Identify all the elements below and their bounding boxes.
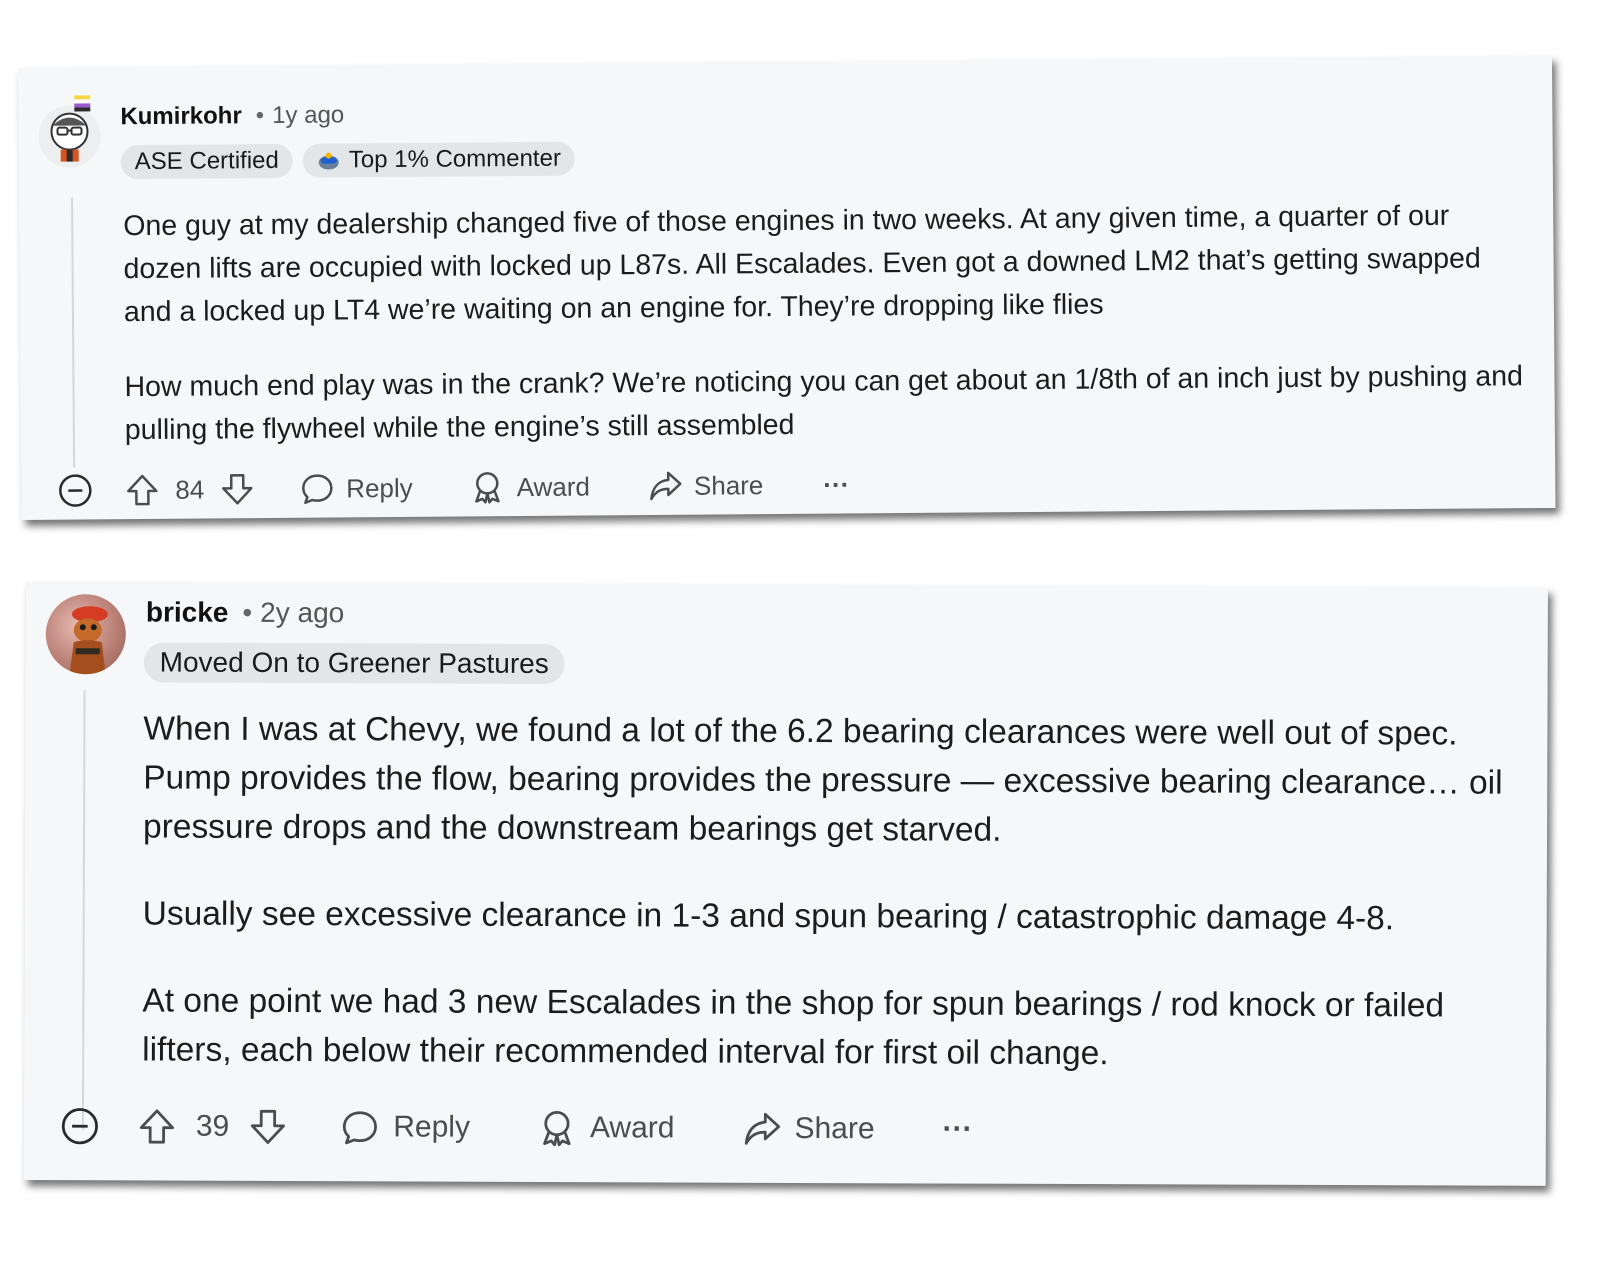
action-bar: 84 Reply Award Share ··· [57, 466, 849, 508]
collapse-button[interactable] [60, 1106, 100, 1146]
comment-paragraph: How much end play was in the crank? We’r… [124, 360, 1524, 447]
flair-row: ASE Certified Top 1% Commenter [120, 141, 576, 180]
user-flair: ASE Certified [120, 143, 293, 180]
more-label: ··· [823, 468, 850, 500]
collapse-button[interactable] [57, 472, 93, 508]
action-bar: 39 Reply Award Share ··· [60, 1106, 973, 1150]
share-icon [742, 1110, 780, 1148]
comment-paragraph: One guy at my dealership changed five of… [123, 199, 1481, 329]
share-label: Share [794, 1111, 875, 1146]
timestamp[interactable]: 1y ago [272, 101, 344, 130]
award-button[interactable]: Award [471, 470, 590, 505]
more-label: ··· [942, 1112, 973, 1146]
comment-header: Kumirkohr • 1y ago [120, 101, 344, 131]
reply-label: Reply [346, 472, 413, 503]
thread-line[interactable] [81, 690, 86, 1131]
more-options-button[interactable]: ··· [942, 1113, 972, 1147]
downvote-button[interactable] [220, 472, 254, 506]
user-avatar[interactable] [38, 95, 101, 168]
comment-body: One guy at my dealership changed five of… [123, 194, 1535, 452]
flair-label: ASE Certified [134, 146, 279, 176]
reply-button[interactable]: Reply [300, 471, 413, 506]
award-icon [538, 1109, 576, 1147]
flair-label: Top 1% Commenter [348, 144, 561, 174]
downvote-icon [249, 1108, 287, 1146]
username[interactable]: Kumirkohr [120, 102, 242, 131]
upvote-icon [138, 1107, 176, 1145]
share-button[interactable]: Share [742, 1110, 875, 1149]
comment-body: When I was at Chevy, we found a lot of t… [142, 704, 1538, 1079]
more-options-button[interactable]: ··· [823, 469, 849, 500]
vote-count: 39 [195, 1109, 230, 1143]
reply-button[interactable]: Reply [341, 1108, 470, 1146]
upvote-icon [125, 473, 159, 507]
upvote-button[interactable] [125, 473, 159, 507]
vote-count: 84 [175, 474, 205, 505]
upvote-button[interactable] [138, 1107, 176, 1145]
reply-icon [300, 472, 334, 506]
separator-dot: • [255, 102, 265, 130]
downvote-icon [220, 472, 254, 506]
award-icon [471, 470, 505, 504]
reply-label: Reply [393, 1110, 471, 1144]
top-commenter-icon [317, 150, 341, 170]
share-label: Share [693, 469, 764, 501]
award-label: Award [589, 1111, 675, 1145]
comment-paragraph: At one point we had 3 new Escalades in t… [142, 982, 1445, 1073]
collapse-icon [60, 1106, 100, 1146]
thread-line[interactable] [71, 197, 76, 468]
separator-dot: • [242, 596, 253, 628]
top-commenter-flair: Top 1% Commenter [302, 141, 576, 178]
comment-paragraph: When I was at Chevy, we found a lot of t… [142, 710, 1503, 849]
comment-card: bricke • 2y ago Moved On to Greener Past… [23, 582, 1548, 1186]
downvote-button[interactable] [249, 1108, 287, 1146]
flair-row: Moved On to Greener Pastures [143, 642, 565, 685]
collapse-icon [57, 472, 93, 508]
share-icon [648, 469, 682, 503]
username[interactable]: bricke [146, 596, 229, 628]
flair-label: Moved On to Greener Pastures [159, 646, 549, 680]
comment-header: bricke • 2y ago [146, 596, 345, 629]
comment-paragraph: Usually see excessive clearance in 1-3 a… [142, 895, 1395, 938]
reply-icon [341, 1108, 379, 1146]
award-button[interactable]: Award [538, 1109, 675, 1148]
user-avatar[interactable] [45, 594, 126, 675]
share-button[interactable]: Share [648, 468, 764, 503]
timestamp[interactable]: 2y ago [260, 597, 344, 629]
award-label: Award [516, 471, 591, 502]
comment-card: Kumirkohr • 1y ago ASE Certified Top 1% … [18, 55, 1556, 520]
user-flair: Moved On to Greener Pastures [143, 642, 565, 685]
